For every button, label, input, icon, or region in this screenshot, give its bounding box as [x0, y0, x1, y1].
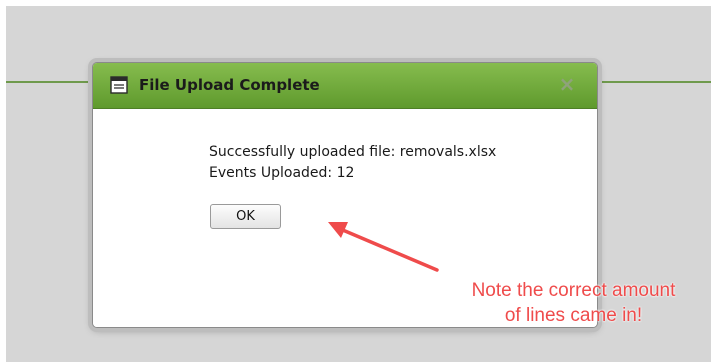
annotation-note: Note the correct amount of lines came in…	[441, 278, 706, 328]
background-divider-left	[6, 81, 100, 83]
close-icon[interactable]: ×	[557, 73, 577, 95]
window-icon	[110, 76, 128, 94]
ok-button[interactable]: OK	[210, 204, 281, 229]
annotation-line-2: of lines came in!	[504, 305, 643, 326]
upload-success-message: Successfully uploaded file: removals.xls…	[209, 144, 497, 160]
background-divider-right	[595, 81, 711, 83]
dialog-titlebar: File Upload Complete ×	[93, 63, 597, 109]
dialog-title: File Upload Complete	[139, 76, 320, 94]
annotation-line-1: Note the correct amount	[471, 280, 676, 301]
events-uploaded-count: Events Uploaded: 12	[209, 165, 355, 181]
